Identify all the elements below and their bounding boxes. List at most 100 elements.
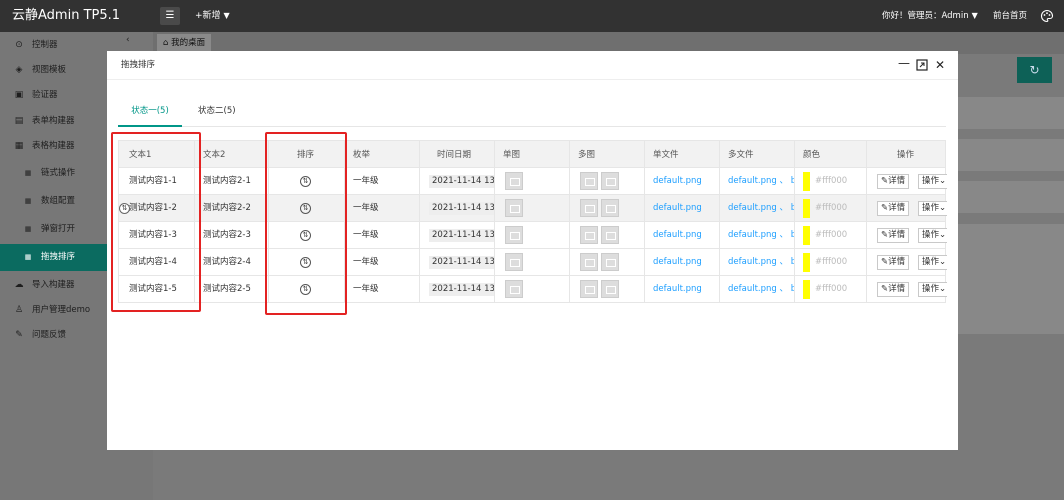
cell-datetime-value: 2021-11-14 13:5: [429, 202, 494, 215]
action-dropdown[interactable]: 操作⌄: [918, 228, 947, 243]
cell-datetime: 2021-11-14 13:5: [420, 168, 495, 194]
sidebar-item-label: 数组配置: [41, 196, 76, 206]
cell-datetime: 2021-11-14 13:5: [420, 249, 495, 275]
action-dropdown[interactable]: 操作⌄: [918, 282, 947, 297]
files-link[interactable]: default.png 、 bg.: [728, 249, 794, 275]
cell-enum-value: 一年级: [353, 284, 379, 294]
image-placeholder-icon[interactable]: [505, 253, 523, 271]
files-link[interactable]: default.png 、 bg.: [728, 222, 794, 248]
tab-status-one[interactable]: 状态一(5): [118, 99, 182, 127]
home-icon: ⌂: [163, 38, 172, 48]
sidebar-item-label: 链式操作: [41, 168, 76, 178]
detail-button[interactable]: ✎详情: [877, 282, 910, 297]
image-placeholder-icon[interactable]: [505, 172, 523, 190]
image-placeholder-icon[interactable]: [601, 172, 619, 190]
cell-text2: 测试内容2-1: [195, 168, 269, 194]
files-link[interactable]: default.png 、 bg.: [728, 168, 794, 194]
caret-down-icon: ▼: [223, 11, 230, 20]
cell-datetime: 2021-11-14 13:5: [420, 195, 495, 221]
status-tabs: 状态一(5) 状态二(5): [118, 99, 946, 127]
drag-sort-dialog: 拖拽排序 — ✕ 状态一(5) 状态二(5) 文本1 文本2 排序 枚举 时间日…: [107, 51, 958, 450]
image-placeholder-icon[interactable]: [505, 280, 523, 298]
action-dropdown[interactable]: 操作⌄: [918, 255, 947, 270]
table-row[interactable]: 测试内容1-3测试内容2-3⇅一年级2021-11-14 13:5default…: [118, 222, 947, 249]
files-link[interactable]: default.png 、 bg.: [728, 195, 794, 221]
cell-color-value: #fff000: [815, 230, 848, 240]
image-placeholder-icon[interactable]: [601, 226, 619, 244]
cell-single-image: [495, 195, 570, 221]
file-link[interactable]: default.png: [653, 276, 702, 302]
close-icon[interactable]: ✕: [934, 58, 946, 72]
cell-multi-image: [570, 222, 645, 248]
action-dropdown-label: 操作: [922, 230, 940, 240]
list-icon[interactable]: ☰: [160, 7, 180, 25]
files-link[interactable]: default.png 、 bg.: [728, 276, 794, 302]
cell-enum-value: 一年级: [353, 203, 379, 213]
cell-color-value: #fff000: [815, 203, 848, 213]
column-header: 单图: [495, 141, 570, 167]
cell-datetime: 2021-11-14 13:5: [420, 222, 495, 248]
cell-enum: 一年级: [345, 222, 420, 248]
table-row[interactable]: 测试内容1-1测试内容2-1⇅一年级2021-11-14 13:5default…: [118, 168, 947, 195]
column-header: 时间日期: [420, 141, 495, 167]
cell-enum-value: 一年级: [353, 230, 379, 240]
action-dropdown-label: 操作: [922, 176, 940, 186]
image-placeholder-icon[interactable]: [580, 253, 598, 271]
cell-multi-image: [570, 276, 645, 302]
action-dropdown[interactable]: 操作⌄: [918, 201, 947, 216]
refresh-icon[interactable]: ↻: [1017, 57, 1052, 83]
image-placeholder-icon[interactable]: [580, 226, 598, 244]
image-placeholder-icon[interactable]: [580, 172, 598, 190]
image-placeholder-icon[interactable]: [601, 199, 619, 217]
minimize-icon[interactable]: —: [898, 56, 910, 70]
file-link[interactable]: default.png: [653, 249, 702, 275]
cell-datetime-value: 2021-11-14 13:5: [429, 283, 494, 296]
edit-icon: ✎: [15, 330, 23, 340]
cell-text2: 测试内容2-3: [195, 222, 269, 248]
image-placeholder-icon[interactable]: [580, 199, 598, 217]
file-link[interactable]: default.png: [653, 222, 702, 248]
cell-actions: ✎详情 操作⌄: [867, 195, 947, 221]
file-link[interactable]: default.png: [653, 168, 702, 194]
image-placeholder-icon[interactable]: [601, 280, 619, 298]
table-row[interactable]: 测试内容1-5测试内容2-5⇅一年级2021-11-14 13:5default…: [118, 276, 947, 303]
dialog-header: 拖拽排序 — ✕: [107, 51, 958, 80]
image-placeholder-icon[interactable]: [505, 199, 523, 217]
action-dropdown[interactable]: 操作⌄: [918, 174, 947, 189]
cell-single-file: default.png: [645, 222, 720, 248]
column-header: 颜色: [795, 141, 867, 167]
palette-icon[interactable]: [1040, 9, 1054, 23]
brand-title[interactable]: 云静Admin TP5.1: [0, 0, 153, 32]
image-placeholder-icon[interactable]: [580, 280, 598, 298]
detail-button[interactable]: ✎详情: [877, 255, 910, 270]
tab-status-two[interactable]: 状态二(5): [198, 99, 242, 127]
chevron-down-icon: ⌄: [939, 176, 947, 186]
maximize-icon[interactable]: [916, 59, 928, 71]
table-row[interactable]: ⇅测试内容1-2测试内容2-2⇅一年级2021-11-14 13:5defaul…: [118, 195, 947, 222]
highlight-sort-column: [265, 132, 347, 315]
cell-single-image: [495, 276, 570, 302]
add-new-label: +新增: [195, 11, 221, 21]
detail-button[interactable]: ✎详情: [877, 174, 910, 189]
image-placeholder-icon[interactable]: [505, 226, 523, 244]
layers-icon: ◈: [15, 65, 23, 75]
user-menu[interactable]: 你好！管理员：Admin ▼: [882, 0, 978, 32]
background-panel: [957, 181, 1064, 213]
cell-single-file: default.png: [645, 195, 720, 221]
table-row[interactable]: 测试内容1-4测试内容2-4⇅一年级2021-11-14 13:5default…: [118, 249, 947, 276]
cell-color: #fff000: [795, 276, 867, 302]
cell-color-value: #fff000: [815, 176, 848, 186]
file-link[interactable]: default.png: [653, 195, 702, 221]
detail-button[interactable]: ✎详情: [877, 201, 910, 216]
chevron-down-icon: ⌄: [939, 203, 947, 213]
tab-my-desktop[interactable]: ⌂ 我的桌面: [157, 34, 212, 52]
frontend-home-link[interactable]: 前台首页: [993, 0, 1027, 32]
table-icon: ▦: [14, 141, 24, 151]
add-new-menu[interactable]: +新增 ▼: [195, 0, 230, 32]
cell-multi-image: [570, 168, 645, 194]
cell-color: #fff000: [795, 168, 867, 194]
detail-button-label: 详情: [888, 203, 906, 213]
cell-enum: 一年级: [345, 276, 420, 302]
image-placeholder-icon[interactable]: [601, 253, 619, 271]
detail-button[interactable]: ✎详情: [877, 228, 910, 243]
